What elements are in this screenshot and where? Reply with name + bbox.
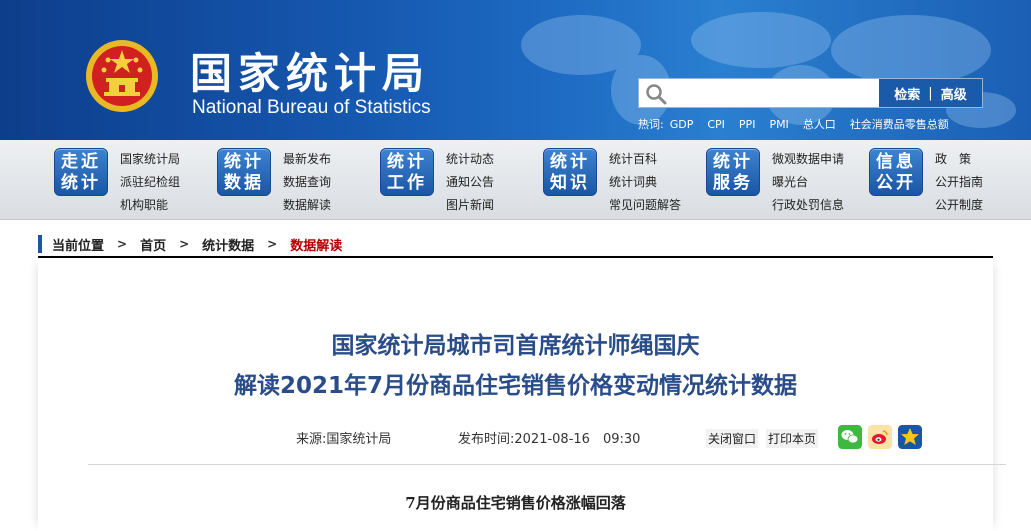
nav-badge-line: 统计 (713, 152, 753, 172)
article-date: 发布时间:2021-08-16 09:30 (458, 428, 640, 447)
nav-link[interactable]: 机构职能 (120, 194, 180, 217)
breadcrumb-current[interactable]: 数据解读 (290, 235, 342, 254)
search-buttons: 检索 | 高级 (879, 79, 982, 107)
nav-link[interactable]: 数据解读 (283, 194, 331, 217)
breadcrumb-home[interactable]: 首页 (140, 235, 166, 254)
weibo-icon[interactable] (868, 425, 892, 449)
nav-link[interactable]: 公开指南 (935, 171, 983, 194)
article: 国家统计局城市司首席统计师绳国庆 解读2021年7月份商品住宅销售价格变动情况统… (38, 258, 1006, 531)
nav-badge-line: 统计 (61, 173, 101, 193)
hotwords-label: 热词: (638, 118, 664, 131)
nav-badge[interactable]: 统计 知识 (543, 148, 597, 196)
breadcrumb-separator: > (267, 237, 278, 251)
nav-link[interactable]: 统计动态 (446, 148, 494, 171)
hotwords: 热词: GDP CPI PPI PMI 总人口 社会消费品零售总额 (638, 115, 963, 133)
nav-badge-line: 走近 (61, 152, 101, 172)
nav-badge[interactable]: 统计 工作 (380, 148, 434, 196)
nav-link[interactable]: 公开制度 (935, 194, 983, 217)
nav-link[interactable]: 图片新闻 (446, 194, 494, 217)
nav-link[interactable]: 常见问题解答 (609, 194, 681, 217)
nav-link[interactable]: 微观数据申请 (772, 148, 844, 171)
nav-group-about: 走近 统计 国家统计局 派驻纪检组 机构职能 (54, 148, 180, 214)
favorite-star-icon[interactable] (898, 425, 922, 449)
search-icon (646, 84, 667, 105)
source-label: 来源: (296, 432, 327, 447)
search-box: 检索 | 高级 (638, 78, 983, 108)
breadcrumb: 当前位置 > 首页 > 统计数据 > 数据解读 (38, 232, 993, 256)
site-header: 国家统计局 National Bureau of Statistics 检索 |… (0, 0, 1031, 140)
nav-badge-line: 统计 (550, 152, 590, 172)
nav-badge-line: 统计 (387, 152, 427, 172)
search-separator: | (928, 85, 933, 101)
site-title-en[interactable]: National Bureau of Statistics (192, 97, 431, 119)
hotword-link[interactable]: PPI (739, 118, 756, 131)
search-button[interactable]: 检索 (894, 84, 920, 103)
date-value: 2021-08-16 09:30 (514, 432, 641, 447)
breadcrumb-separator: > (179, 237, 190, 251)
print-page-button[interactable]: 打印本页 (766, 429, 819, 448)
nav-link[interactable]: 派驻纪检组 (120, 171, 180, 194)
wechat-icon[interactable] (838, 425, 862, 449)
nav-group-disclosure: 信息 公开 政 策 公开指南 公开制度 (869, 148, 983, 214)
nav-group-service: 统计 服务 微观数据申请 曝光台 行政处罚信息 (706, 148, 844, 214)
national-emblem-icon (86, 40, 158, 112)
article-title-line2: 解读2021年7月份商品住宅销售价格变动情况统计数据 (233, 373, 798, 399)
breadcrumb-stats-data[interactable]: 统计数据 (202, 235, 254, 254)
hotword-link[interactable]: 总人口 (803, 116, 836, 132)
nav-group-work: 统计 工作 统计动态 通知公告 图片新闻 (380, 148, 494, 214)
hotword-link[interactable]: GDP (670, 118, 694, 131)
nav-link[interactable]: 国家统计局 (120, 148, 180, 171)
hotword-link[interactable]: CPI (707, 118, 725, 131)
breadcrumb-label: 当前位置 (52, 238, 105, 254)
nav-badge-line: 服务 (713, 173, 753, 193)
hotword-link[interactable]: 社会消费品零售总额 (850, 116, 949, 132)
search-input[interactable] (671, 82, 876, 104)
article-subheading: 7月份商品住宅销售价格涨幅回落 (405, 494, 626, 512)
nav-badge[interactable]: 统计 服务 (706, 148, 760, 196)
article-source: 来源:国家统计局 (296, 428, 391, 447)
breadcrumb-marker (38, 235, 42, 253)
nav-link[interactable]: 曝光台 (772, 171, 844, 194)
nav-badge-line: 数据 (224, 173, 264, 193)
nav-badge[interactable]: 走近 统计 (54, 148, 108, 196)
article-title-line1: 国家统计局城市司首席统计师绳国庆 (331, 333, 700, 359)
nav-badge[interactable]: 统计 数据 (217, 148, 271, 196)
nav-link[interactable]: 通知公告 (446, 171, 494, 194)
source-value: 国家统计局 (326, 432, 392, 447)
nav-badge[interactable]: 信息 公开 (869, 148, 923, 196)
article-tools: 关闭窗口 打印本页 (706, 429, 826, 448)
close-window-button[interactable]: 关闭窗口 (706, 429, 759, 448)
nav-badge-line: 统计 (224, 152, 264, 172)
nav-link[interactable]: 行政处罚信息 (772, 194, 844, 217)
hotword-link[interactable]: PMI (769, 118, 788, 131)
nav-badge-line: 信息 (876, 152, 916, 172)
nav-link[interactable]: 政 策 (935, 148, 983, 171)
site-title-cn[interactable]: 国家统计局 (190, 40, 430, 101)
date-label: 发布时间: (458, 432, 515, 447)
nav-group-knowledge: 统计 知识 统计百科 统计词典 常见问题解答 (543, 148, 681, 214)
nav-badge-line: 工作 (387, 173, 427, 193)
nav-link[interactable]: 统计词典 (609, 171, 681, 194)
nav-group-data: 统计 数据 最新发布 数据查询 数据解读 (217, 148, 331, 214)
nav-link[interactable]: 最新发布 (283, 148, 331, 171)
advanced-search-button[interactable]: 高级 (941, 84, 967, 103)
nav-link[interactable]: 统计百科 (609, 148, 681, 171)
nav-badge-line: 知识 (550, 173, 590, 193)
breadcrumb-separator: > (117, 237, 128, 251)
article-divider (88, 464, 1006, 465)
main-nav: 走近 统计 国家统计局 派驻纪检组 机构职能 统计 数据 最新发布 数据查询 数… (0, 140, 1031, 220)
nav-badge-line: 公开 (876, 173, 916, 193)
nav-link[interactable]: 数据查询 (283, 171, 331, 194)
